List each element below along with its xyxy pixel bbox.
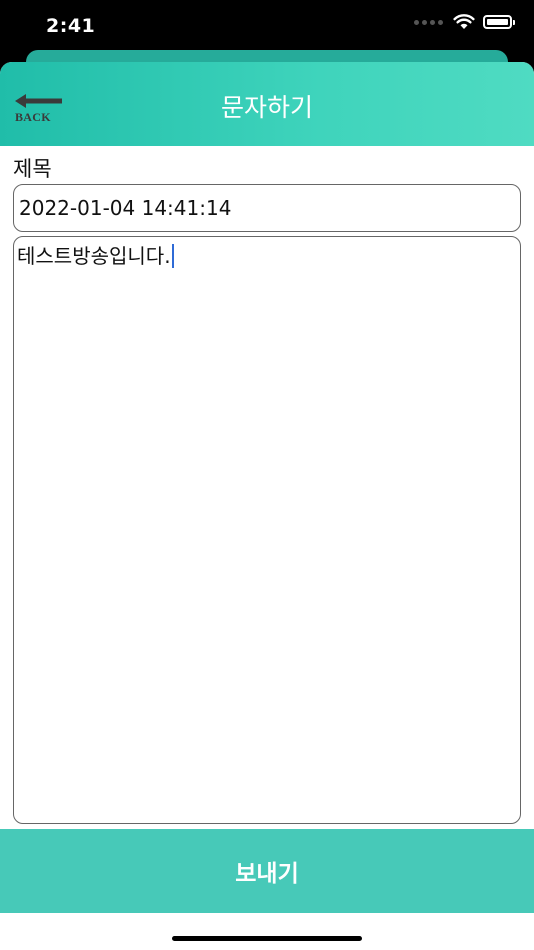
battery-icon [483,15,515,29]
page-title: 문자하기 [220,93,313,122]
subject-label: 제목 [13,157,52,181]
send-button[interactable]: 보내기 [0,829,534,913]
status-bar: 2:41 [0,0,534,52]
cellular-icon [414,19,443,25]
subject-input[interactable] [13,184,521,232]
message-textarea[interactable]: 테스트방송입니다. [13,236,521,824]
home-indicator [172,936,362,941]
status-icons [414,14,515,30]
wifi-icon [453,14,475,29]
nav-bar: BACK 문자하기 [0,62,534,146]
text-cursor [171,244,174,268]
compose-sheet: BACK 문자하기 제목 테스트방송입니다. 보내기 [0,62,534,950]
message-text: 테스트방송입니다. [17,244,171,268]
status-time: 2:41 [46,15,96,37]
